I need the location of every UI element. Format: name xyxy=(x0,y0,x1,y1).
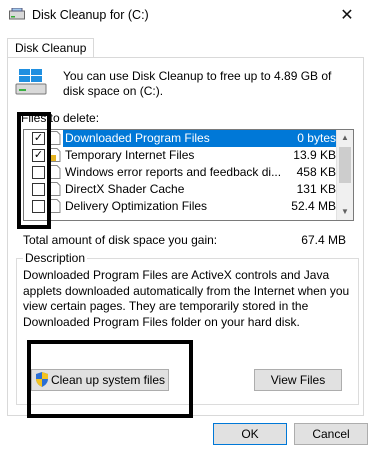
file-name: Delivery Optimization Files xyxy=(65,199,208,213)
file-row[interactable]: Windows error reports and feedback di...… xyxy=(24,164,336,181)
tab-disk-cleanup[interactable]: Disk Cleanup xyxy=(7,38,95,58)
window-title: Disk Cleanup for (C:) xyxy=(32,8,149,22)
annotation-box-checkboxes xyxy=(17,112,51,229)
file-size: 0 bytes xyxy=(281,130,338,147)
file-size: 13.9 KB xyxy=(293,148,336,162)
file-size: 458 KB xyxy=(296,165,336,179)
tab-strip: Disk Cleanup xyxy=(0,31,370,58)
file-size: 52.4 MB xyxy=(291,199,336,213)
file-name: Temporary Internet Files xyxy=(65,148,195,162)
file-row[interactable]: ✓ Temporary Internet Files 13.9 KB xyxy=(24,147,336,164)
file-row[interactable]: ✓ Downloaded Program Files 0 bytes xyxy=(24,130,338,147)
list-scrollbar[interactable]: ▲ ▼ xyxy=(336,130,353,220)
disk-cleanup-icon xyxy=(9,8,25,20)
intro-text: You can use Disk Cleanup to free up to 4… xyxy=(63,69,332,98)
file-size: 131 KB xyxy=(296,182,336,196)
scroll-up-icon[interactable]: ▲ xyxy=(337,130,353,146)
total-value: 67.4 MB xyxy=(301,233,346,247)
scroll-down-icon[interactable]: ▼ xyxy=(337,204,353,220)
annotation-box-cleanup-button xyxy=(27,340,193,418)
hard-drive-icon xyxy=(15,69,47,95)
total-label: Total amount of disk space you gain: xyxy=(23,233,218,247)
close-button[interactable]: ✕ xyxy=(324,0,370,31)
files-list-rows: ✓ Downloaded Program Files 0 bytes ✓ Tempora… xyxy=(24,130,338,215)
ok-button[interactable]: OK xyxy=(213,423,287,445)
description-title: Description xyxy=(23,251,88,265)
description-text: Downloaded Program Files are ActiveX con… xyxy=(23,268,350,329)
cancel-button[interactable]: Cancel xyxy=(294,423,368,445)
file-name: Windows error reports and feedback di... xyxy=(65,165,281,179)
file-name: Downloaded Program Files xyxy=(63,130,281,147)
file-name: DirectX Shader Cache xyxy=(65,182,185,196)
view-files-button[interactable]: View Files xyxy=(254,369,342,391)
file-row[interactable]: DirectX Shader Cache 131 KB xyxy=(24,181,336,198)
scroll-thumb[interactable] xyxy=(339,147,351,183)
files-list[interactable]: ✓ Downloaded Program Files 0 bytes ✓ Tempora… xyxy=(23,129,354,221)
file-row[interactable]: Delivery Optimization Files 52.4 MB xyxy=(24,198,336,215)
title-bar: Disk Cleanup for (C:) ✕ xyxy=(0,0,370,31)
